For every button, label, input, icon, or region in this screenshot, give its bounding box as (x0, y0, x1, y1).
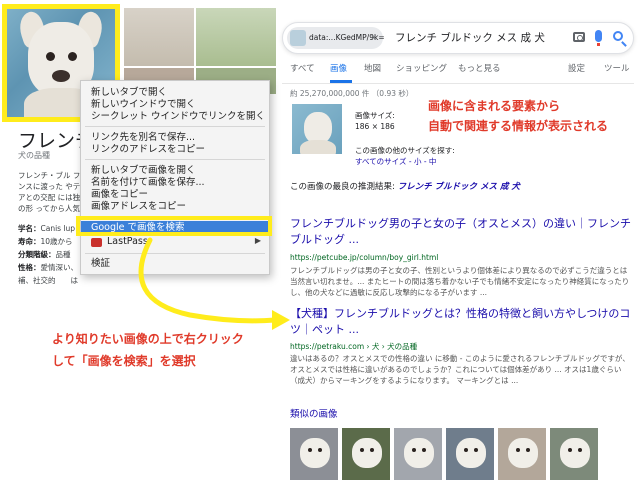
result-snippet: 違いはあるの？オスとメスでの性格の違い に移動 - このように愛されるフレンチブ… (290, 354, 630, 385)
tabs-divider (282, 83, 634, 84)
tab-tools[interactable]: ツール (604, 62, 630, 76)
tab-images[interactable]: 画像 (330, 62, 347, 76)
result-title-link[interactable]: フレンチブルドッグ男の子と女の子（オスとメス）の違い｜フレンチブルドッグ ... (290, 216, 634, 248)
similar-image[interactable] (446, 428, 494, 480)
similar-image[interactable] (498, 428, 546, 480)
right-annotation: 画像に含まれる要素から 自動で関連する情報が表示される (428, 99, 609, 133)
other-sizes-label: この画像の他のサイズを探す: (355, 146, 455, 155)
result-title-link[interactable]: 【犬種】フレンチブルドッグとは？性格の特徴と飼い方やしつけのコツ｜ペット ... (290, 306, 634, 338)
search-box[interactable]: data:...KGedMP/9k= × フレンチ ブルドック メス 成 犬 (282, 22, 634, 54)
image-size-label: 画像サイズ: (355, 111, 395, 120)
size-links: すべてのサイズ - 小 - 中 (355, 157, 437, 166)
similar-images-title[interactable]: 類似の画像 (290, 406, 338, 420)
result-stats: 約 25,270,000,000 件 （0.93 秒） (290, 89, 414, 98)
similar-image[interactable] (550, 428, 598, 480)
image-thumb-icon (290, 30, 306, 46)
similar-image[interactable] (394, 428, 442, 480)
best-guess: この画像の最良の推測結果: フレンチ ブルドック メス 成 犬 (290, 182, 520, 192)
tab-maps[interactable]: 地図 (364, 62, 381, 76)
image-size-value: 186 × 186 (355, 122, 395, 131)
camera-icon[interactable] (573, 32, 585, 42)
result-url[interactable]: https://petcube.jp/column/boy_girl.html (290, 253, 438, 262)
search-tabs: すべて 画像 地図 ショッピング もっと見る 設定 ツール (282, 62, 634, 83)
best-guess-link[interactable]: フレンチ ブルドック メス 成 犬 (398, 182, 520, 192)
search-icon[interactable] (613, 31, 623, 41)
query-image-thumbnail[interactable] (292, 104, 342, 154)
chip-close-icon[interactable]: × (370, 27, 377, 49)
tab-shopping[interactable]: ショッピング (396, 62, 447, 76)
similar-image[interactable] (342, 428, 390, 480)
similar-image[interactable] (290, 428, 338, 480)
result-url[interactable]: https://petraku.com › 犬 › 犬の品種 (290, 341, 417, 352)
tab-all[interactable]: すべて (290, 62, 315, 76)
left-annotation: より知りたい画像の上で右クリック して「画像を検索」を選択 (52, 332, 244, 368)
result-snippet: フレンチブルドッグは男の子と女の子、性別というより個体差により異なるので必ずこう… (290, 266, 630, 297)
link-medium[interactable]: 中 (429, 157, 437, 166)
search-input[interactable]: フレンチ ブルドック メス 成 犬 (395, 23, 545, 53)
tab-settings[interactable]: 設定 (568, 62, 585, 76)
link-all-sizes[interactable]: すべてのサイズ (355, 157, 406, 166)
image-query-chip[interactable]: data:...KGedMP/9k= × (287, 27, 385, 49)
tab-more[interactable]: もっと見る (458, 62, 501, 76)
microphone-icon[interactable] (595, 30, 602, 46)
